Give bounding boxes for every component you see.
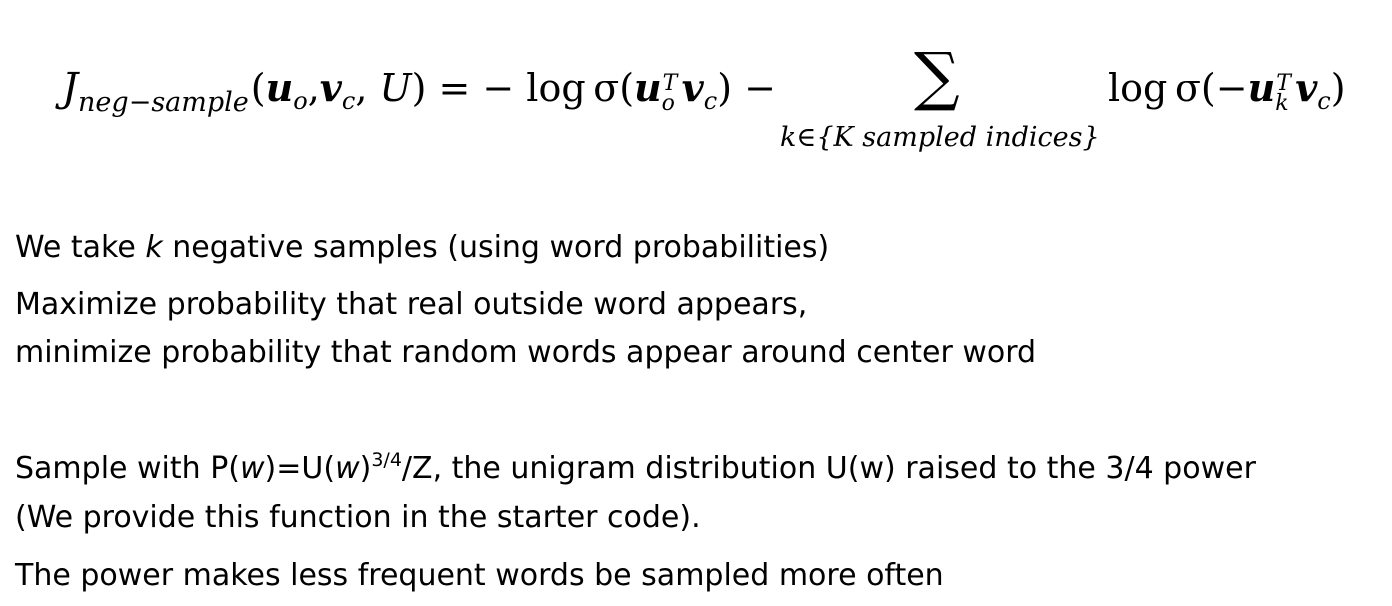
u2-subscript: o: [661, 91, 675, 116]
line4-w2: w: [335, 451, 360, 486]
open-paren: (: [250, 66, 266, 110]
equals-log-sigma: ) = − log σ(: [411, 66, 635, 110]
line4-exponent: 3/4: [371, 449, 402, 471]
slide: Jneg−sample(uo,vc, U) = − log σ(u To vc) −…: [0, 0, 1392, 606]
v-vector-2: v: [681, 65, 704, 110]
equation-left-side: Jneg−sample(uo,vc, U) = − log σ(u To vc) −: [62, 65, 776, 119]
rhs-log-sigma: log σ(−: [1108, 66, 1248, 110]
line1-prefix: We take: [15, 230, 146, 265]
negative-sampling-equation: Jneg−sample(uo,vc, U) = − log σ(u To vc) −…: [62, 42, 1352, 168]
summation-subscript: k∈{K sampled indices}: [780, 122, 1100, 153]
text-line-sample-distribution: Sample with P(w)=U(w)3/4/Z, the unigram …: [15, 449, 1256, 490]
u-vector-2: u: [634, 65, 662, 110]
line4-suffix: /Z, the unigram distribution U(w) raised…: [401, 451, 1256, 486]
u-subscript: o: [293, 87, 308, 115]
text-line-starter-code: (We provide this function in the starter…: [15, 500, 701, 535]
v3-subscript: c: [1317, 87, 1331, 115]
text-line-maximize: Maximize probability that real outside w…: [15, 287, 808, 322]
U-matrix: U: [379, 66, 412, 110]
u2-scripts: To: [662, 66, 682, 116]
u-vector-3: u: [1247, 65, 1276, 110]
close-minus: ) −: [717, 66, 776, 110]
line1-suffix: negative samples (using word probabiliti…: [162, 230, 830, 265]
objective-subscript: neg−sample: [78, 87, 249, 118]
u3-subscript: k: [1275, 91, 1289, 116]
text-line-negative-samples: We take k negative samples (using word p…: [15, 230, 829, 266]
u-vector: u: [265, 65, 294, 110]
line1-k: k: [145, 230, 163, 265]
rhs-close: ): [1330, 66, 1346, 110]
v-vector-3: v: [1295, 65, 1318, 110]
line4-prefix: Sample with P(: [15, 451, 240, 486]
v2-subscript: c: [703, 87, 718, 115]
v-vector: v: [319, 65, 342, 110]
line4-mid2: ): [359, 451, 372, 486]
line4-w1: w: [240, 451, 265, 486]
v-subscript: c: [341, 87, 356, 115]
objective-symbol: J: [62, 65, 79, 111]
comma-1: ,: [307, 66, 320, 110]
text-line-minimize: minimize probability that random words a…: [15, 335, 1037, 370]
equation-right-side: log σ(−u Tk vc): [1108, 65, 1346, 117]
comma-2: ,: [355, 66, 368, 110]
line4-mid1: )=U(: [264, 451, 336, 486]
text-line-power-explanation: The power makes less frequent words be s…: [15, 558, 944, 593]
u3-scripts: Tk: [1275, 66, 1295, 116]
summation-symbol: ∑: [914, 40, 960, 114]
